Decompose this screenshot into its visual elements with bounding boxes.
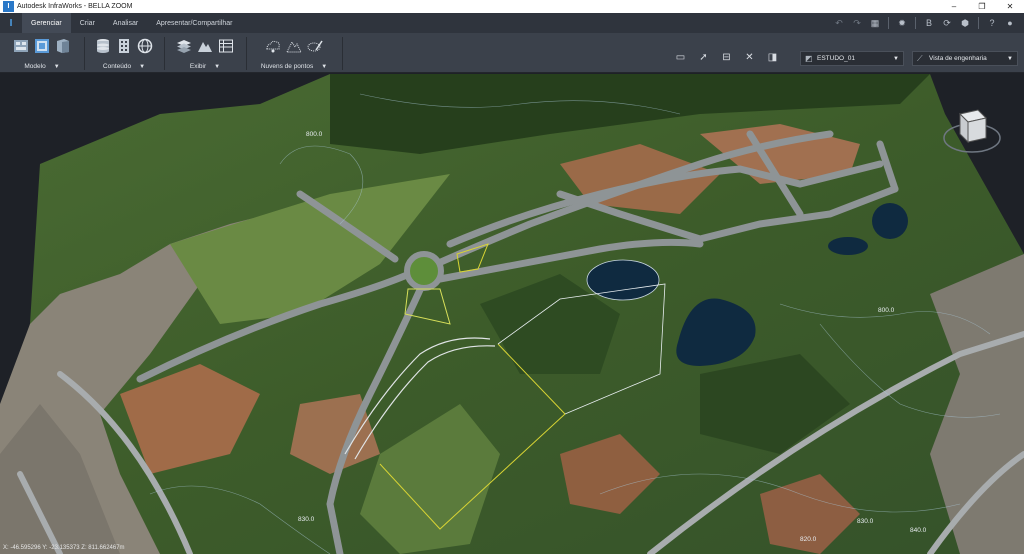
- contour-label: 830.0: [298, 516, 315, 523]
- title-bar: I Autodesk InfraWorks - BELLA ZOOM – ❐ ✕: [0, 0, 1024, 13]
- point-cloud-icon[interactable]: [265, 37, 282, 54]
- model-viewport[interactable]: 800.0 800.0 830.0 820.0 830.0 840.0 X: -…: [0, 74, 1024, 554]
- transform-icon[interactable]: ✕: [741, 50, 758, 64]
- terrain-icon[interactable]: [197, 37, 214, 54]
- globe-icon[interactable]: [137, 37, 154, 54]
- ribbon-separator: [84, 37, 85, 70]
- view-style-combo[interactable]: ⟋ Vista de engenharia ▼: [912, 51, 1018, 66]
- surface-layers-icon[interactable]: [176, 37, 193, 54]
- ribbon-group-exibir: Exibir ▼: [166, 33, 244, 73]
- tab-analisar[interactable]: Analisar: [104, 13, 147, 33]
- clip-icon[interactable]: ◨: [764, 50, 781, 64]
- cube-icon[interactable]: ⬢: [957, 16, 973, 30]
- proposal-icon: ◩: [805, 54, 813, 63]
- menu-divider: [915, 17, 916, 29]
- tab-gerenciar[interactable]: Gerenciar: [22, 13, 71, 33]
- viewport-toolset: ▭ ➚ ⊟ ✕ ◨: [672, 50, 781, 64]
- chevron-down-icon: ▼: [893, 55, 899, 62]
- menu-divider: [888, 17, 889, 29]
- home-button[interactable]: I: [0, 13, 22, 33]
- undo-icon[interactable]: ↶: [831, 16, 847, 30]
- pond-4: [828, 237, 868, 255]
- conteudo-label: Conteúdo: [102, 63, 132, 70]
- nuvens-label: Nuvens de pontos: [260, 63, 314, 70]
- minimize-button[interactable]: –: [940, 0, 968, 13]
- menu-divider: [978, 17, 979, 29]
- select-icon[interactable]: ➚: [695, 50, 712, 64]
- settings-icon[interactable]: ✹: [894, 16, 910, 30]
- roundabout: [404, 251, 444, 291]
- ribbon-separator: [246, 37, 247, 70]
- viewcube[interactable]: [940, 98, 1004, 162]
- ribbon-group-modelo: Modelo ▼: [4, 33, 80, 73]
- ribbon-group-nuvens: Nuvens de pontos ▼: [248, 33, 340, 73]
- help-icon[interactable]: ?: [984, 16, 1000, 30]
- sync-icon[interactable]: ⟳: [939, 16, 955, 30]
- proposal-combo[interactable]: ◩ ESTUDO_01 ▼: [800, 51, 904, 66]
- chevron-down-icon: ▼: [1007, 55, 1013, 62]
- contour-label: 800.0: [878, 307, 895, 314]
- layers-book-icon[interactable]: [55, 37, 72, 54]
- exibir-dropdown-icon[interactable]: ▼: [214, 64, 220, 70]
- grid-icon[interactable]: ▦: [867, 16, 883, 30]
- maximize-button[interactable]: ❐: [968, 0, 996, 13]
- bim360-icon[interactable]: B: [921, 16, 937, 30]
- close-button[interactable]: ✕: [996, 0, 1024, 13]
- exibir-label: Exibir: [189, 63, 207, 70]
- point-cloud-terrain-icon[interactable]: [286, 37, 303, 54]
- point-cloud-edit-icon[interactable]: [307, 37, 324, 54]
- modelo-dropdown-icon[interactable]: ▼: [54, 64, 60, 70]
- conteudo-dropdown-icon[interactable]: ▼: [139, 64, 145, 70]
- proposal-value: ESTUDO_01: [817, 55, 855, 62]
- infraworks-app-icon: I: [3, 1, 14, 12]
- terrain-model[interactable]: [0, 74, 1024, 554]
- measure-icon[interactable]: ⊟: [718, 50, 735, 64]
- model-properties-icon[interactable]: [13, 37, 30, 54]
- data-sources-icon[interactable]: [95, 37, 112, 54]
- nuvens-dropdown-icon[interactable]: ▼: [321, 64, 327, 70]
- tab-apresentar[interactable]: Apresentar/Compartilhar: [147, 13, 241, 33]
- pond-3: [872, 203, 908, 239]
- tab-criar[interactable]: Criar: [71, 13, 104, 33]
- cursor-coordinates: X: -46.595296 Y: -23.135373 Z: 811.66246…: [3, 545, 125, 551]
- contour-label: 830.0: [857, 518, 874, 525]
- contour-label: 800.0: [306, 131, 323, 138]
- redo-icon[interactable]: ↷: [849, 16, 865, 30]
- view-style-value: Vista de engenharia: [929, 55, 987, 62]
- table-icon[interactable]: [218, 37, 235, 54]
- window-title: Autodesk InfraWorks - BELLA ZOOM: [17, 3, 133, 10]
- ribbon-group-conteudo: Conteúdo ▼: [86, 33, 162, 73]
- view-style-icon: ⟋: [917, 53, 923, 63]
- building-grid-icon[interactable]: [116, 37, 133, 54]
- modelo-label: Modelo: [24, 63, 46, 70]
- ribbon-separator: [342, 37, 343, 70]
- menu-bar: I Gerenciar Criar Analisar Apresentar/Co…: [0, 13, 1024, 33]
- model-explorer-icon[interactable]: [34, 37, 51, 54]
- contour-label: 820.0: [800, 536, 817, 543]
- user-icon[interactable]: ●: [1002, 16, 1018, 30]
- ribbon-separator: [164, 37, 165, 70]
- present-icon[interactable]: ▭: [672, 50, 689, 64]
- contour-label: 840.0: [910, 527, 927, 534]
